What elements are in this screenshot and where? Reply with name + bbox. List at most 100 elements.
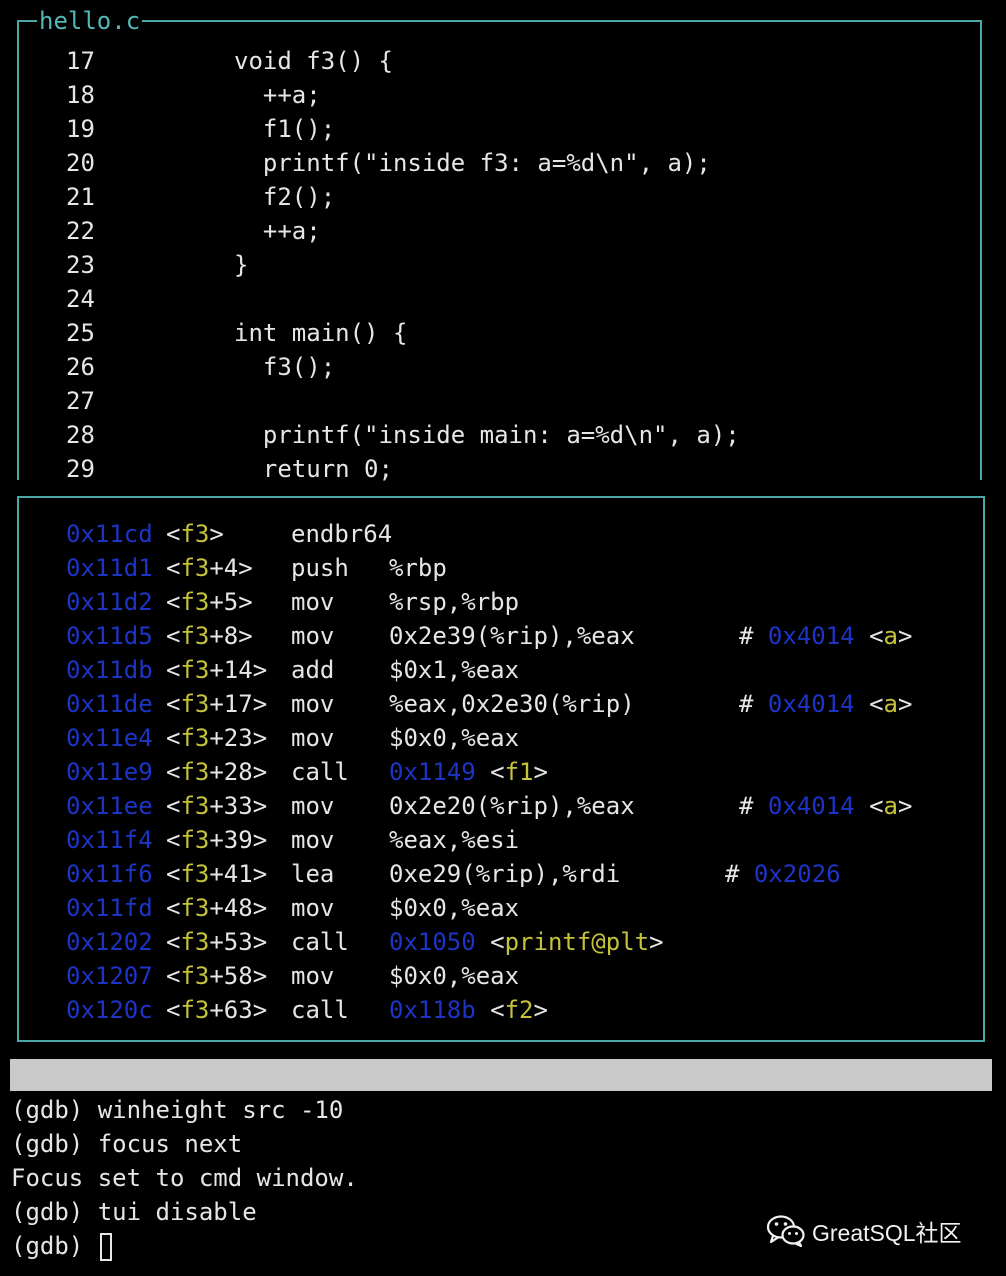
text-cursor[interactable] <box>99 1233 112 1261</box>
asm-symbol-cell: <f3+14> <box>166 653 267 687</box>
asm-offset: +17 <box>209 690 253 718</box>
asm-operands-cell: %eax,%esi <box>389 823 519 857</box>
asm-mnemonic: mov <box>291 724 335 752</box>
line-number: 18 <box>66 81 95 109</box>
asm-address-cell: 0x11e9 <box>66 755 153 789</box>
source-window-title: hello.c <box>37 7 143 35</box>
asm-offset: +53 <box>209 928 253 956</box>
asm-bracket: > <box>238 588 253 616</box>
gdb-prompt: (gdb) <box>11 1232 98 1260</box>
asm-call-symbol: f2 <box>504 996 534 1024</box>
asm-mnemonic: mov <box>291 622 335 650</box>
asm-space <box>855 792 869 820</box>
asm-address: 0x120c <box>66 996 153 1024</box>
asm-comment-address: 0x2026 <box>753 860 841 888</box>
asm-mnemonic: mov <box>291 962 335 990</box>
asm-symbol: f3 <box>180 826 210 854</box>
asm-mnemonic-cell: push <box>291 551 349 585</box>
status-pc-indicator: PC: ?? <box>891 1157 978 1185</box>
asm-symbol: f3 <box>180 792 210 820</box>
asm-bracket: > <box>252 792 268 820</box>
asm-offset: +8 <box>209 622 239 650</box>
command-history-line: (gdb) focus next <box>11 1130 243 1158</box>
asm-bracket: < <box>490 928 505 956</box>
line-number: 21 <box>66 183 95 211</box>
asm-mnemonic-cell: call <box>291 925 349 959</box>
asm-mnemonic: mov <box>291 792 335 820</box>
asm-address-cell: 0x11cd <box>66 517 153 551</box>
asm-mnemonic-cell: mov <box>291 891 334 925</box>
asm-comment-hash: # <box>739 690 754 718</box>
asm-space <box>476 996 490 1024</box>
assembly-window[interactable]: 0x11cd <f3> endbr64 0x11d1 <f3+4> push %rbp 0x1… <box>17 496 985 1042</box>
line-number: 23 <box>66 251 95 279</box>
source-code: ++a; <box>234 217 321 245</box>
watermark: GreatSQL社区 <box>766 1213 962 1249</box>
source-code: } <box>234 251 249 279</box>
asm-address: 0x1207 <box>66 962 153 990</box>
asm-call-target: 0x1149 <box>389 758 476 786</box>
asm-call-target: 0x1050 <box>389 928 476 956</box>
asm-offset: +39 <box>209 826 253 854</box>
asm-bracket: > <box>533 758 548 786</box>
command-window[interactable]: (gdb) winheight src -10 (gdb) focus next… <box>11 1093 358 1263</box>
asm-space <box>476 928 490 956</box>
command-prompt-line[interactable]: (gdb) <box>11 1229 358 1263</box>
asm-comment-hash: # <box>725 860 740 888</box>
asm-mnemonic: add <box>291 656 335 684</box>
asm-mnemonic: call <box>291 928 349 956</box>
asm-space <box>753 690 767 718</box>
asm-address: 0x11db <box>66 656 153 684</box>
source-code: f1(); <box>234 115 336 143</box>
asm-space <box>753 622 767 650</box>
asm-mnemonic: mov <box>291 894 335 922</box>
asm-operands-cell: 0x1050 <printf@plt> <box>389 925 664 959</box>
asm-mnemonic: mov <box>291 588 335 616</box>
asm-mnemonic-cell: endbr64 <box>291 517 392 551</box>
asm-symbol: f3 <box>180 928 210 956</box>
asm-bracket: < <box>869 622 884 650</box>
asm-bracket: > <box>252 656 268 684</box>
asm-offset: +41 <box>209 860 253 888</box>
source-code: return 0; <box>234 455 393 483</box>
asm-comment-hash: # <box>739 622 754 650</box>
asm-bracket: < <box>869 792 884 820</box>
asm-symbol-cell: <f3> <box>166 517 224 551</box>
asm-bracket: > <box>252 758 268 786</box>
asm-comment-address: 0x4014 <box>767 792 855 820</box>
command-history-line: (gdb) tui disable <box>11 1198 257 1226</box>
asm-address-cell: 0x11db <box>66 653 153 687</box>
asm-mnemonic: mov <box>291 826 335 854</box>
command-history-line: (gdb) winheight src -10 <box>11 1096 344 1124</box>
asm-operands-cell: $0x0,%eax <box>389 721 519 755</box>
command-output-line: Focus set to cmd window. <box>11 1164 358 1192</box>
asm-symbol-cell: <f3+33> <box>166 789 267 823</box>
asm-bracket: > <box>897 622 913 650</box>
asm-mnemonic-cell: mov <box>291 687 334 721</box>
asm-symbol: f3 <box>180 554 210 582</box>
asm-offset: +33 <box>209 792 253 820</box>
asm-mnemonic-cell: add <box>291 653 334 687</box>
asm-address: 0x11f4 <box>66 826 153 854</box>
asm-call-target: 0x118b <box>389 996 476 1024</box>
asm-bracket: > <box>252 724 268 752</box>
asm-operands: %eax,0x2e30(%rip) <box>389 690 635 718</box>
line-number: 17 <box>66 47 95 75</box>
asm-symbol-cell: <f3+53> <box>166 925 267 959</box>
asm-address-cell: 0x1202 <box>66 925 153 959</box>
line-number: 28 <box>66 421 95 449</box>
asm-mnemonic-cell: mov <box>291 823 334 857</box>
source-code: ++a; <box>234 81 321 109</box>
asm-operands: %rbp <box>389 554 447 582</box>
asm-operands: $0x0,%eax <box>389 724 520 752</box>
asm-operands: 0x2e20(%rip),%eax <box>389 792 635 820</box>
asm-symbol-cell: <f3+48> <box>166 891 267 925</box>
asm-mnemonic-cell: mov <box>291 721 334 755</box>
source-window[interactable]: hello.c 17 void f3() { 18 ++a; 19 f1(); 2… <box>17 8 982 483</box>
asm-operands: $0x1,%eax <box>389 656 520 684</box>
asm-comment-symbol: a <box>883 792 898 820</box>
asm-space <box>855 622 869 650</box>
wechat-icon <box>766 1215 805 1248</box>
asm-address-cell: 0x11d1 <box>66 551 153 585</box>
asm-bracket: < <box>166 656 181 684</box>
